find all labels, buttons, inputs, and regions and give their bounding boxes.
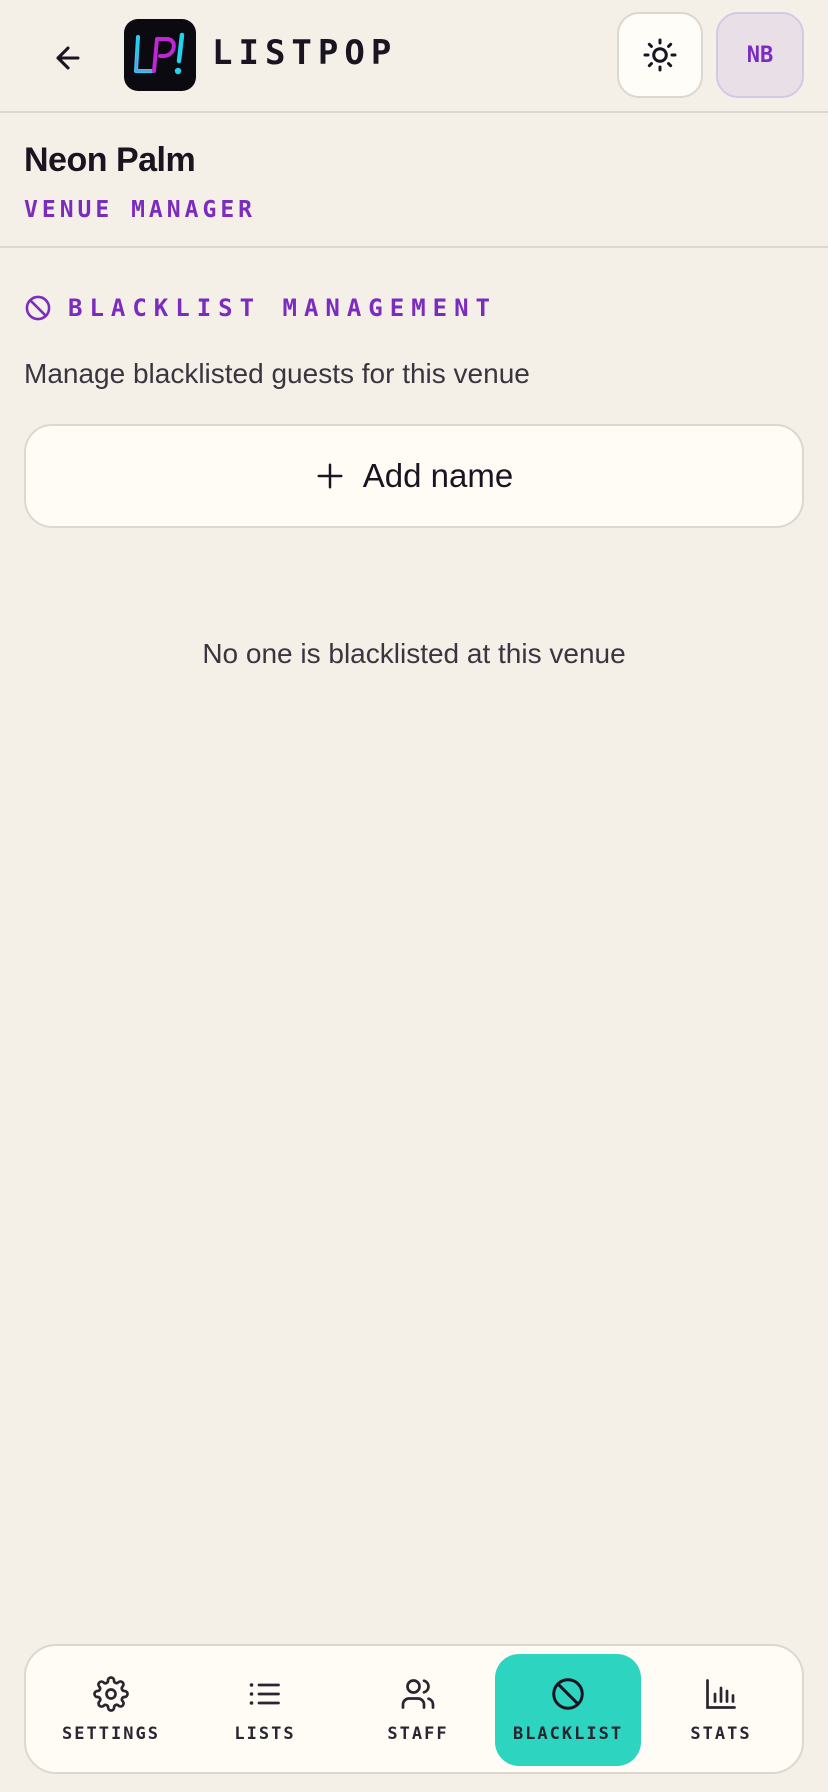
gear-icon bbox=[93, 1676, 129, 1712]
venue-role: VENUE MANAGER bbox=[24, 197, 257, 223]
arrow-left-icon bbox=[56, 46, 80, 70]
ban-icon bbox=[25, 295, 51, 321]
nav-label-blacklist: BLACKLIST bbox=[512, 1724, 624, 1744]
section-header: BLACKLIST MANAGEMENT bbox=[24, 292, 497, 324]
user-avatar[interactable]: NB bbox=[716, 12, 804, 98]
nav-label-settings: SETTINGS bbox=[62, 1724, 160, 1744]
users-icon bbox=[401, 1679, 435, 1709]
nav-item-lists[interactable]: LISTS bbox=[192, 1654, 338, 1766]
brand-name: LISTPOP bbox=[212, 33, 398, 73]
nav-label-stats: STATS bbox=[690, 1724, 752, 1744]
app-header: LISTPOP NB bbox=[0, 0, 828, 113]
add-name-label: Add name bbox=[362, 457, 514, 494]
nav-item-settings[interactable]: SETTINGS bbox=[38, 1654, 184, 1766]
empty-state-message: No one is blacklisted at this venue bbox=[202, 638, 626, 669]
app-logo[interactable] bbox=[124, 19, 196, 91]
ban-icon bbox=[552, 1678, 584, 1710]
nav-item-blacklist[interactable]: BLACKLIST bbox=[495, 1654, 641, 1766]
add-name-button[interactable]: Add name bbox=[24, 424, 804, 528]
bar-chart-icon bbox=[706, 1679, 736, 1709]
venue-name: Neon Palm bbox=[24, 141, 196, 179]
sun-icon bbox=[643, 38, 677, 72]
section-description: Manage blacklisted guests for this venue bbox=[24, 358, 530, 389]
list-icon bbox=[249, 1683, 280, 1705]
nav-label-staff: STAFF bbox=[387, 1724, 449, 1744]
nav-item-staff[interactable]: STAFF bbox=[345, 1654, 491, 1766]
plus-icon bbox=[317, 463, 343, 489]
listpop-logo-icon bbox=[134, 32, 185, 75]
back-button[interactable] bbox=[44, 34, 92, 82]
nav-item-stats[interactable]: STATS bbox=[648, 1654, 794, 1766]
section-title: BLACKLIST MANAGEMENT bbox=[68, 294, 497, 322]
venue-info: Neon Palm VENUE MANAGER bbox=[0, 113, 828, 248]
nav-label-lists: LISTS bbox=[234, 1724, 296, 1744]
theme-toggle-button[interactable] bbox=[617, 12, 703, 98]
bottom-nav: SETTINGS LISTS STAFF BLACKLIST STATS bbox=[24, 1644, 804, 1774]
